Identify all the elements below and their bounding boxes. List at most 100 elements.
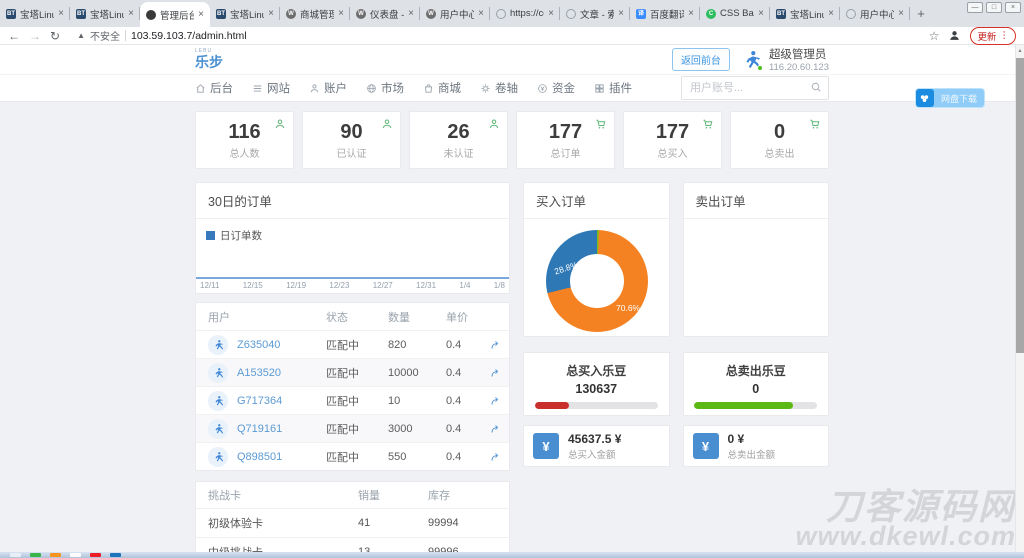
user-link[interactable]: Q719161 [237, 423, 282, 435]
address-divider [125, 30, 126, 41]
stat-label: 总人数 [196, 145, 293, 160]
stat-icon [488, 118, 500, 130]
new-tab-button[interactable]: + [910, 3, 932, 25]
page-scrollbar[interactable]: ▴ [1015, 45, 1024, 552]
browser-tab[interactable]: BT 宝塔Linux面 × [70, 0, 140, 27]
taskbar-icon[interactable] [90, 553, 101, 557]
taskbar-icon[interactable] [50, 553, 61, 557]
watermark-line1: 刀客源码网 [795, 490, 1016, 524]
chrome-update-button[interactable]: 更新 ⋮ [970, 27, 1016, 45]
minimize-button[interactable]: — [967, 2, 983, 13]
watermark-line2: www.dkewl.com [795, 524, 1016, 550]
browser-tab[interactable]: C CSS Backgr × [700, 0, 770, 27]
tab-close-icon[interactable]: × [408, 8, 414, 19]
user-link[interactable]: A153520 [237, 367, 281, 379]
row-status: 匹配中 [326, 393, 388, 409]
share-arrow-icon[interactable] [490, 394, 502, 406]
row-avatar-icon [208, 391, 228, 411]
menu-dots-icon[interactable]: ⋮ [1000, 30, 1010, 41]
nav-item-icon [366, 83, 377, 94]
share-arrow-icon[interactable] [490, 366, 502, 378]
close-window-button[interactable]: × [1005, 2, 1021, 13]
tab-title: 用户中心-索 [440, 7, 474, 21]
tab-close-icon[interactable]: × [198, 9, 204, 20]
stat-icon [274, 118, 286, 130]
total-title: 总卖出乐豆 [684, 362, 829, 379]
share-arrow-icon[interactable] [490, 338, 502, 350]
tab-close-icon[interactable]: × [128, 8, 134, 19]
not-secure-label: 不安全 [90, 28, 120, 43]
nav-item[interactable]: 资金 [537, 80, 575, 96]
chart-legend[interactable]: 日订单数 [206, 228, 262, 243]
browser-tab[interactable]: BT 宝塔Linux面 × [770, 0, 840, 27]
browser-tab[interactable]: 用户中心 - 1 × [840, 0, 910, 27]
row-qty: 10 [388, 395, 446, 407]
tab-close-icon[interactable]: × [268, 8, 274, 19]
tab-close-icon[interactable]: × [58, 8, 64, 19]
search-input[interactable] [681, 76, 829, 100]
nav-item[interactable]: 网站 [252, 80, 290, 96]
browser-tab[interactable]: 译 百度翻译-20 × [630, 0, 700, 27]
scrollbar-up-arrow[interactable]: ▴ [1016, 47, 1024, 54]
stat-card: 0 总卖出 [730, 111, 829, 169]
browser-tab[interactable]: 文章 - 索测 × [560, 0, 630, 27]
table-row: G717364 匹配中 10 0.4 [196, 386, 509, 414]
tab-title: https://cdn. [510, 8, 544, 19]
forward-icon[interactable]: → [29, 28, 41, 44]
tab-close-icon[interactable]: × [758, 8, 764, 19]
browser-tab[interactable]: https://cdn. × [490, 0, 560, 27]
profile-icon[interactable] [948, 29, 961, 42]
back-icon[interactable]: ← [8, 28, 20, 44]
admin-account[interactable]: 超级管理员 116.20.60.123 [740, 46, 829, 73]
browser-tab[interactable]: 管理后台 × [140, 2, 210, 27]
browser-toolbar: ← → ↻ ▲ 不安全 103.59.103.7/admin.html ☆ 更新… [0, 27, 1024, 45]
main-nav: 后台 网站 账户 市场 [0, 74, 1024, 102]
share-arrow-icon[interactable] [490, 422, 502, 434]
nav-item[interactable]: 商城 [423, 80, 461, 96]
card-name: 中级挑战卡 [208, 544, 358, 552]
bookmark-star-icon[interactable]: ☆ [929, 28, 940, 44]
row-price: 0.4 [446, 423, 490, 435]
nav-item[interactable]: 插件 [594, 80, 632, 96]
back-to-front-button[interactable]: 返回前台 [672, 48, 730, 71]
user-link[interactable]: Q898501 [237, 451, 282, 463]
taskbar-icon[interactable] [30, 553, 41, 557]
nav-item[interactable]: 卷轴 [480, 80, 518, 96]
browser-tab[interactable]: W 用户中心-索 × [420, 0, 490, 27]
share-arrow-icon[interactable] [490, 450, 502, 462]
tab-close-icon[interactable]: × [478, 8, 484, 19]
taskbar-icon[interactable] [110, 553, 121, 557]
taskbar-icon[interactable] [70, 553, 81, 557]
admin-name: 超级管理员 [769, 46, 829, 62]
browser-tab[interactable]: W 仪表盘 - 索 × [350, 0, 420, 27]
stat-label: 总卖出 [731, 145, 828, 160]
tab-close-icon[interactable]: × [828, 8, 834, 19]
progress-track [535, 402, 658, 409]
browser-tab[interactable]: BT 宝塔Linux面 × [210, 0, 280, 27]
nav-item-label: 插件 [609, 80, 632, 96]
reload-icon[interactable]: ↻ [50, 28, 60, 44]
site-logo[interactable]: LEBU 乐步 [195, 49, 223, 71]
browser-tab[interactable]: W 商城管理 - 3 × [280, 0, 350, 27]
restore-button[interactable]: □ [986, 2, 1002, 13]
scrollbar-thumb[interactable] [1016, 58, 1024, 353]
nav-item[interactable]: 账户 [309, 80, 347, 96]
floating-netdisk-button[interactable]: 网盘下载 [916, 89, 984, 107]
nav-item[interactable]: 市场 [366, 80, 404, 96]
tab-close-icon[interactable]: × [688, 8, 694, 19]
row-price: 0.4 [446, 367, 490, 379]
user-link[interactable]: G717364 [237, 395, 282, 407]
address-bar[interactable]: ▲ 不安全 103.59.103.7/admin.html [77, 28, 920, 43]
tab-close-icon[interactable]: × [548, 8, 554, 19]
tab-close-icon[interactable]: × [338, 8, 344, 19]
user-link[interactable]: Z635040 [237, 339, 280, 351]
search-icon[interactable] [810, 81, 822, 93]
x-axis-tick: 12/31 [416, 281, 436, 290]
nav-item[interactable]: 后台 [195, 80, 233, 96]
tab-close-icon[interactable]: × [898, 8, 904, 19]
taskbar-icon[interactable] [10, 553, 21, 557]
row-qty: 820 [388, 339, 446, 351]
tab-close-icon[interactable]: × [618, 8, 624, 19]
browser-tab[interactable]: BT 宝塔Linux面 × [0, 0, 70, 27]
stat-label: 总买入 [624, 145, 721, 160]
